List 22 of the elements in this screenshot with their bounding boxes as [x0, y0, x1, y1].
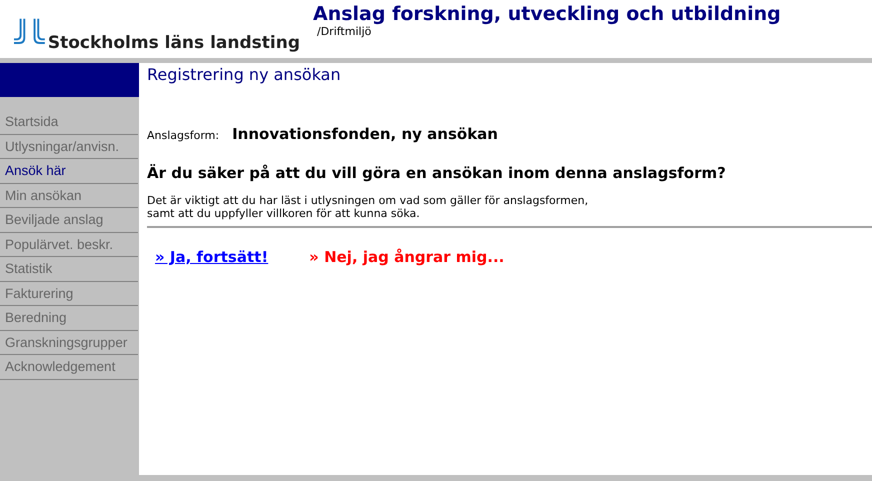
nav-link[interactable]: Beredning — [0, 306, 138, 330]
nav-link[interactable]: Ansök här — [0, 159, 138, 184]
nav-link[interactable]: Granskningsgrupper — [0, 330, 138, 355]
nav-link[interactable]: Startsida — [0, 110, 138, 134]
page-heading: Registrering ny ansökan — [147, 65, 342, 85]
logo-text: Stockholms läns landsting — [48, 35, 300, 52]
grant-value: Innovationsfonden, ny ansökan — [232, 124, 498, 145]
cancel-link[interactable]: » Nej, jag ångrar mig... — [309, 246, 504, 268]
nav-link[interactable]: Populärvet. beskr. — [0, 232, 138, 257]
confirm-link[interactable]: » Ja, fortsätt! — [155, 246, 268, 268]
app-title: Anslag forskning, utveckling och utbildning — [313, 2, 781, 26]
nav-link[interactable]: Beviljade anslag — [0, 208, 138, 232]
info-text: samt att du uppfyller villkoren för att kunna söka. — [147, 207, 421, 220]
nav-link[interactable]: Fakturering — [0, 282, 138, 306]
nav-link[interactable]: Statistik — [0, 257, 138, 282]
nav-link[interactable]: Utlysningar/anvisn. — [0, 134, 138, 159]
environment-label: /Driftmiljö — [316, 26, 372, 38]
confirm-question: Är du säker på att du vill göra en ansökan inom denna anslagsform? — [147, 162, 727, 184]
info-text: Det är viktigt att du har läst i utlysningen om vad som gäller för anslagsformen, — [147, 194, 590, 207]
grant-label: Anslagsform: — [147, 128, 220, 144]
nav-link[interactable]: Acknowledgement — [0, 355, 138, 380]
nav-link[interactable]: Min ansökan — [0, 184, 138, 208]
